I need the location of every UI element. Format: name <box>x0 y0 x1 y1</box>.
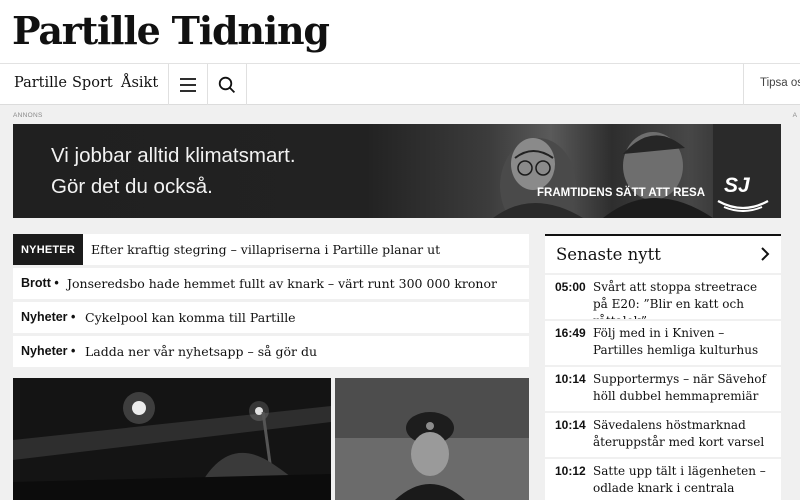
news-time: 16:49 <box>555 326 586 340</box>
headline-row[interactable]: Nyheter • Cykelpool kan komma till Parti… <box>13 302 529 333</box>
headline-title[interactable]: Cykelpool kan komma till Partille <box>85 310 296 325</box>
police-officer-image <box>335 378 529 500</box>
nav-divider <box>246 64 247 105</box>
headline-title[interactable]: Jonseredsbo hade hemmet fullt av knark –… <box>67 276 497 291</box>
ad-headline-line2: Gör det du också. <box>51 175 213 198</box>
headline-category: Nyheter • <box>21 344 76 358</box>
article-photo-police[interactable] <box>335 378 529 500</box>
search-icon[interactable] <box>208 64 246 105</box>
nav-link-partille[interactable]: Partille <box>14 75 67 91</box>
news-text[interactable]: Supportermys – när Sävehof höll dubbel h… <box>593 371 775 405</box>
sj-logo: SJ <box>724 174 750 197</box>
masthead: Partille Tidning <box>0 0 800 64</box>
ad-tagline: FRAMTIDENS SÄTT ATT RESA <box>537 187 706 199</box>
headline-title[interactable]: Efter kraftig stegring – villapriserna i… <box>91 242 440 257</box>
headline-category: Brott • <box>21 276 59 290</box>
latest-news-item[interactable]: 05:00 Svårt att stoppa streetrace på E20… <box>545 275 781 319</box>
news-time: 10:12 <box>555 464 586 478</box>
sj-ad-banner[interactable]: Vi jobbar alltid klimatsmart. Gör det du… <box>13 124 781 218</box>
main-nav: Partille Sport Åsikt Tipsa os <box>0 64 800 105</box>
ad-headline-line1: Vi jobbar alltid klimatsmart. <box>51 144 296 167</box>
news-time: 05:00 <box>555 280 586 294</box>
latest-news-title: Senaste nytt <box>556 245 661 264</box>
latest-news-item[interactable]: 16:49 Följ med in i Kniven – Partilles h… <box>545 321 781 365</box>
latest-news-header[interactable]: Senaste nytt <box>545 234 781 273</box>
nav-link-sport[interactable]: Sport <box>72 75 113 91</box>
headline-row[interactable]: Brott • Jonseredsbo hade hemmet fullt av… <box>13 268 529 299</box>
chevron-right-icon[interactable] <box>759 246 771 262</box>
news-text[interactable]: Följ med in i Kniven – Partilles hemliga… <box>593 325 775 359</box>
tip-link[interactable]: Tipsa os <box>743 64 800 105</box>
news-text[interactable]: Satte upp tält i lägenheten – odlade kna… <box>593 463 775 500</box>
headline-row[interactable]: NYHETER Efter kraftig stegring – villapr… <box>13 234 529 265</box>
news-text[interactable]: Sävedalens höstmarknad återuppstår med k… <box>593 417 775 451</box>
headline-category: Nyheter • <box>21 310 76 324</box>
headline-row[interactable]: Nyheter • Ladda ner vår nyhetsapp – så g… <box>13 336 529 367</box>
site-logo[interactable]: Partille Tidning <box>12 8 330 53</box>
sj-swoosh-icon <box>717 200 769 212</box>
category-badge: NYHETER <box>13 234 83 265</box>
hamburger-menu-icon[interactable] <box>169 64 207 105</box>
article-photo-night-road[interactable] <box>13 378 331 500</box>
news-time: 10:14 <box>555 372 586 386</box>
headline-title[interactable]: Ladda ner vår nyhetsapp – så gör du <box>85 344 317 359</box>
latest-news-item[interactable]: 10:14 Supportermys – när Sävehof höll du… <box>545 367 781 411</box>
ad-label: ANNONS <box>13 112 43 119</box>
latest-news-item[interactable]: 10:12 Satte upp tält i lägenheten – odla… <box>545 459 781 500</box>
ad-corner-mark: A <box>792 112 797 119</box>
latest-news-sidebar: Senaste nytt 05:00 Svårt att stoppa stre… <box>545 234 781 500</box>
news-time: 10:14 <box>555 418 586 432</box>
night-road-image <box>13 378 331 500</box>
nav-link-asikt[interactable]: Åsikt <box>121 75 158 91</box>
news-text[interactable]: Svårt att stoppa streetrace på E20: ”Bli… <box>593 279 775 319</box>
latest-news-item[interactable]: 10:14 Sävedalens höstmarknad återuppstår… <box>545 413 781 457</box>
